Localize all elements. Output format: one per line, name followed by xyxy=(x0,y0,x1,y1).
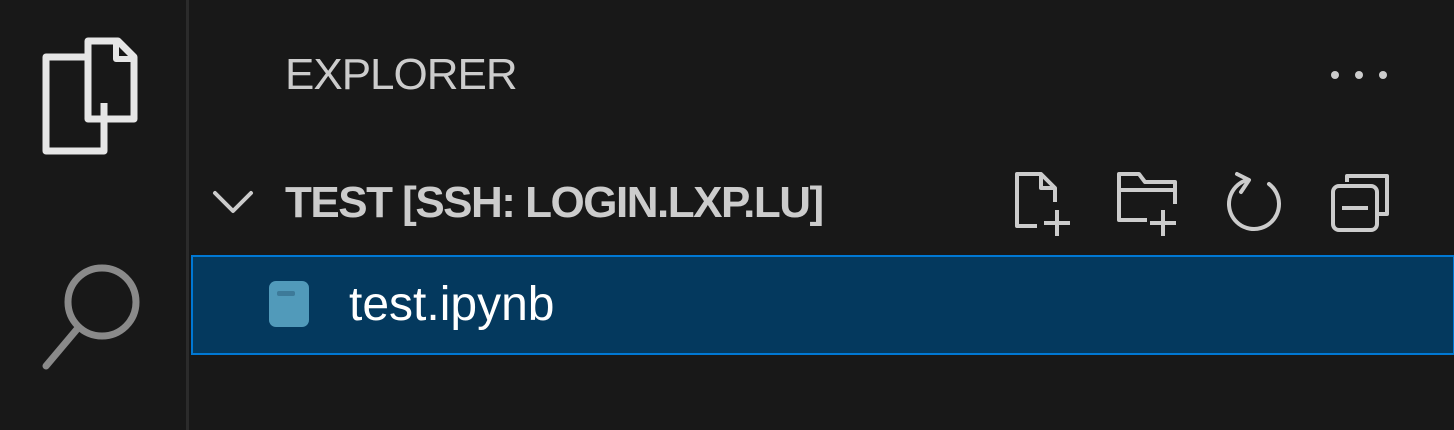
activity-search-button[interactable] xyxy=(0,245,186,395)
refresh-button[interactable] xyxy=(1201,168,1307,238)
chevron-down-icon[interactable] xyxy=(211,185,255,223)
refresh-icon xyxy=(1227,172,1281,231)
more-actions-button[interactable] xyxy=(1319,50,1399,100)
workspace-folder-row[interactable]: TEST [SSH: LOGIN.LXP.LU] xyxy=(189,160,1454,250)
explorer-sidebar: EXPLORER TEST [SSH: LOGIN.LXP.LU] test.i… xyxy=(189,0,1454,430)
new-file-icon xyxy=(1015,172,1070,236)
activity-bar xyxy=(0,0,189,430)
new-file-button[interactable] xyxy=(989,168,1095,238)
notebook-icon xyxy=(267,279,313,333)
file-name-label: test.ipynb xyxy=(349,278,555,331)
ellipsis-icon xyxy=(1331,71,1387,79)
vscode-window: EXPLORER TEST [SSH: LOGIN.LXP.LU] test.i… xyxy=(0,0,1454,430)
explorer-header: EXPLORER xyxy=(189,0,1454,150)
explorer-title: EXPLORER xyxy=(285,50,518,99)
files-icon xyxy=(42,37,138,155)
search-icon xyxy=(42,264,140,370)
file-tree-item[interactable]: test.ipynb xyxy=(191,255,1454,355)
workspace-folder-label: TEST [SSH: LOGIN.LXP.LU] xyxy=(285,178,824,227)
activity-explorer-button[interactable] xyxy=(0,20,186,170)
collapse-all-icon xyxy=(1331,174,1389,232)
new-folder-icon xyxy=(1117,172,1177,236)
folder-actions-toolbar xyxy=(989,168,1413,238)
collapse-all-button[interactable] xyxy=(1307,168,1413,238)
new-folder-button[interactable] xyxy=(1095,168,1201,238)
